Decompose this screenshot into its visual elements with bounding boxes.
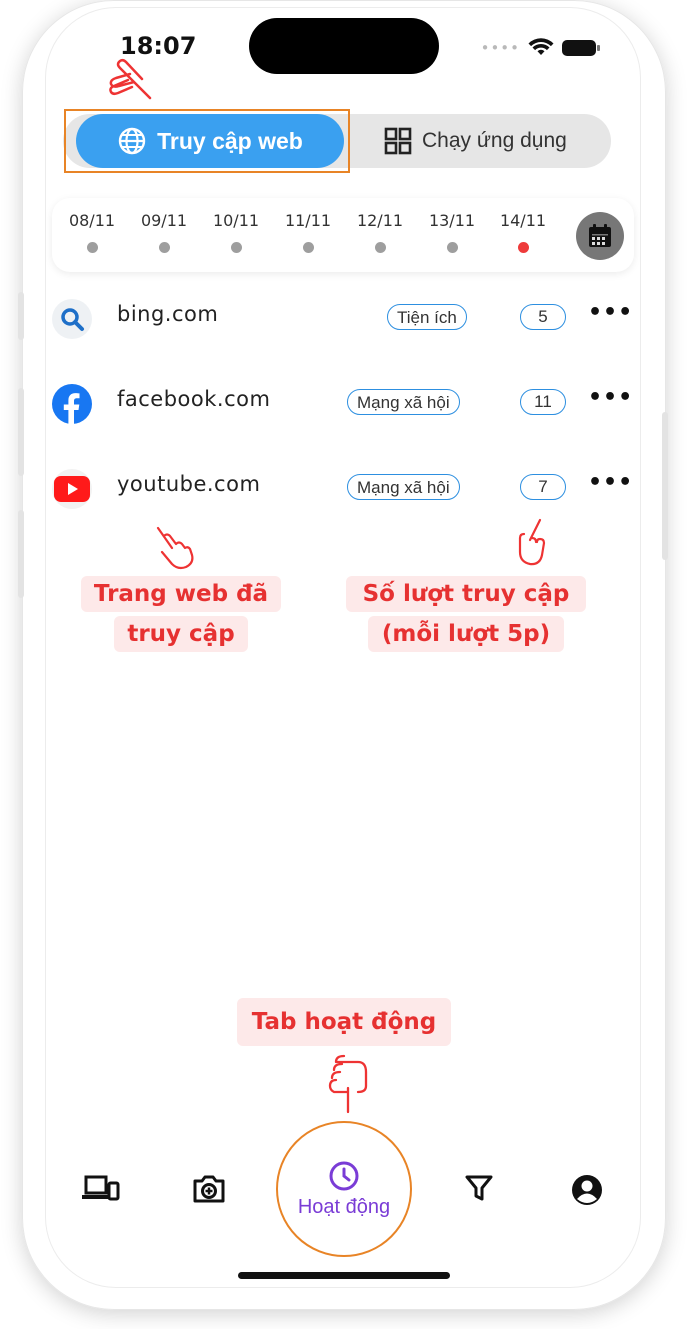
home-indicator[interactable]	[238, 1272, 450, 1279]
facebook-icon	[52, 384, 92, 424]
calendar-button[interactable]	[576, 212, 624, 260]
grid-icon	[384, 127, 412, 155]
side-button	[18, 292, 24, 340]
account-icon	[572, 1175, 602, 1205]
category-badge: Mạng xã hội	[347, 474, 460, 500]
visit-count-badge: 7	[520, 474, 566, 500]
date-item-selected[interactable]: 14/11	[493, 211, 553, 253]
annotation-count-line1: Số lượt truy cập	[346, 576, 586, 612]
battery-icon	[562, 40, 600, 56]
visit-count-badge: 5	[520, 304, 566, 330]
date-dot	[86, 242, 98, 253]
date-dot-active	[517, 242, 529, 253]
date-label: 09/11	[140, 211, 188, 230]
annotation-tab-hint: Tab hoạt động	[237, 998, 451, 1046]
dynamic-island	[249, 18, 439, 74]
site-row[interactable]: bing.com Tiện ích 5 •••	[46, 284, 640, 354]
tab-app-usage[interactable]: Chạy ứng dụng	[384, 114, 604, 168]
filter-icon	[465, 1175, 493, 1201]
site-name: facebook.com	[117, 387, 271, 411]
pointer-hand-icon	[328, 1054, 368, 1114]
more-options-icon[interactable]: •••	[588, 300, 633, 325]
nav-activity[interactable]: Hoạt động	[276, 1121, 412, 1257]
date-dot	[302, 242, 314, 253]
screen: 18:07 •••• Truy cập web Chạy ứng dụng 08…	[46, 8, 640, 1287]
highlight-box	[64, 109, 350, 173]
pointer-hand-icon	[156, 526, 194, 570]
date-item[interactable]: 11/11	[278, 211, 338, 253]
nav-camera[interactable]	[184, 1174, 234, 1204]
site-row[interactable]: youtube.com Mạng xã hội 7 •••	[46, 454, 640, 524]
site-name: youtube.com	[117, 472, 261, 496]
date-label: 13/11	[428, 211, 476, 230]
clock-icon	[329, 1161, 359, 1190]
annotation-visited-line2: truy cập	[114, 616, 248, 652]
pointer-hand-icon	[109, 58, 152, 100]
more-options-icon[interactable]: •••	[588, 470, 633, 495]
calendar-icon	[589, 224, 611, 247]
signal-icon: ••••	[480, 39, 520, 57]
date-dot	[158, 242, 170, 253]
youtube-icon	[52, 469, 92, 509]
nav-activity-label: Hoạt động	[297, 1195, 391, 1218]
tab-app-usage-label: Chạy ứng dụng	[422, 129, 567, 152]
nav-account[interactable]	[562, 1174, 612, 1206]
nav-devices[interactable]	[76, 1174, 126, 1202]
site-row[interactable]: facebook.com Mạng xã hội 11 •••	[46, 369, 640, 439]
devices-icon	[82, 1175, 120, 1201]
side-button	[18, 510, 24, 598]
date-label: 14/11	[499, 211, 547, 230]
side-button	[662, 412, 668, 560]
pointer-hand-icon	[518, 518, 546, 566]
date-strip: 08/11 09/11 10/11 11/11 12/11 13/11 14/1…	[52, 198, 634, 272]
date-item[interactable]: 12/11	[350, 211, 410, 253]
date-dot	[446, 242, 458, 253]
wifi-icon	[528, 38, 554, 55]
date-label: 10/11	[212, 211, 260, 230]
date-item[interactable]: 09/11	[134, 211, 194, 253]
camera-icon	[193, 1175, 225, 1203]
date-dot	[230, 242, 242, 253]
more-options-icon[interactable]: •••	[588, 385, 633, 410]
date-item[interactable]: 13/11	[422, 211, 482, 253]
annotation-count-line2: (mỗi lượt 5p)	[368, 616, 564, 652]
nav-filter[interactable]	[454, 1174, 504, 1202]
annotation-visited-line1: Trang web đã	[81, 576, 281, 612]
site-name: bing.com	[117, 302, 219, 326]
search-icon	[52, 299, 92, 339]
date-item[interactable]: 10/11	[206, 211, 266, 253]
side-button	[18, 388, 24, 476]
category-badge: Mạng xã hội	[347, 389, 460, 415]
date-label: 11/11	[284, 211, 332, 230]
date-dot	[374, 242, 386, 253]
date-item[interactable]: 08/11	[62, 211, 122, 253]
date-label: 08/11	[68, 211, 116, 230]
category-badge: Tiện ích	[387, 304, 467, 330]
visit-count-badge: 11	[520, 389, 566, 415]
date-label: 12/11	[356, 211, 404, 230]
status-icons: ••••	[480, 38, 600, 58]
